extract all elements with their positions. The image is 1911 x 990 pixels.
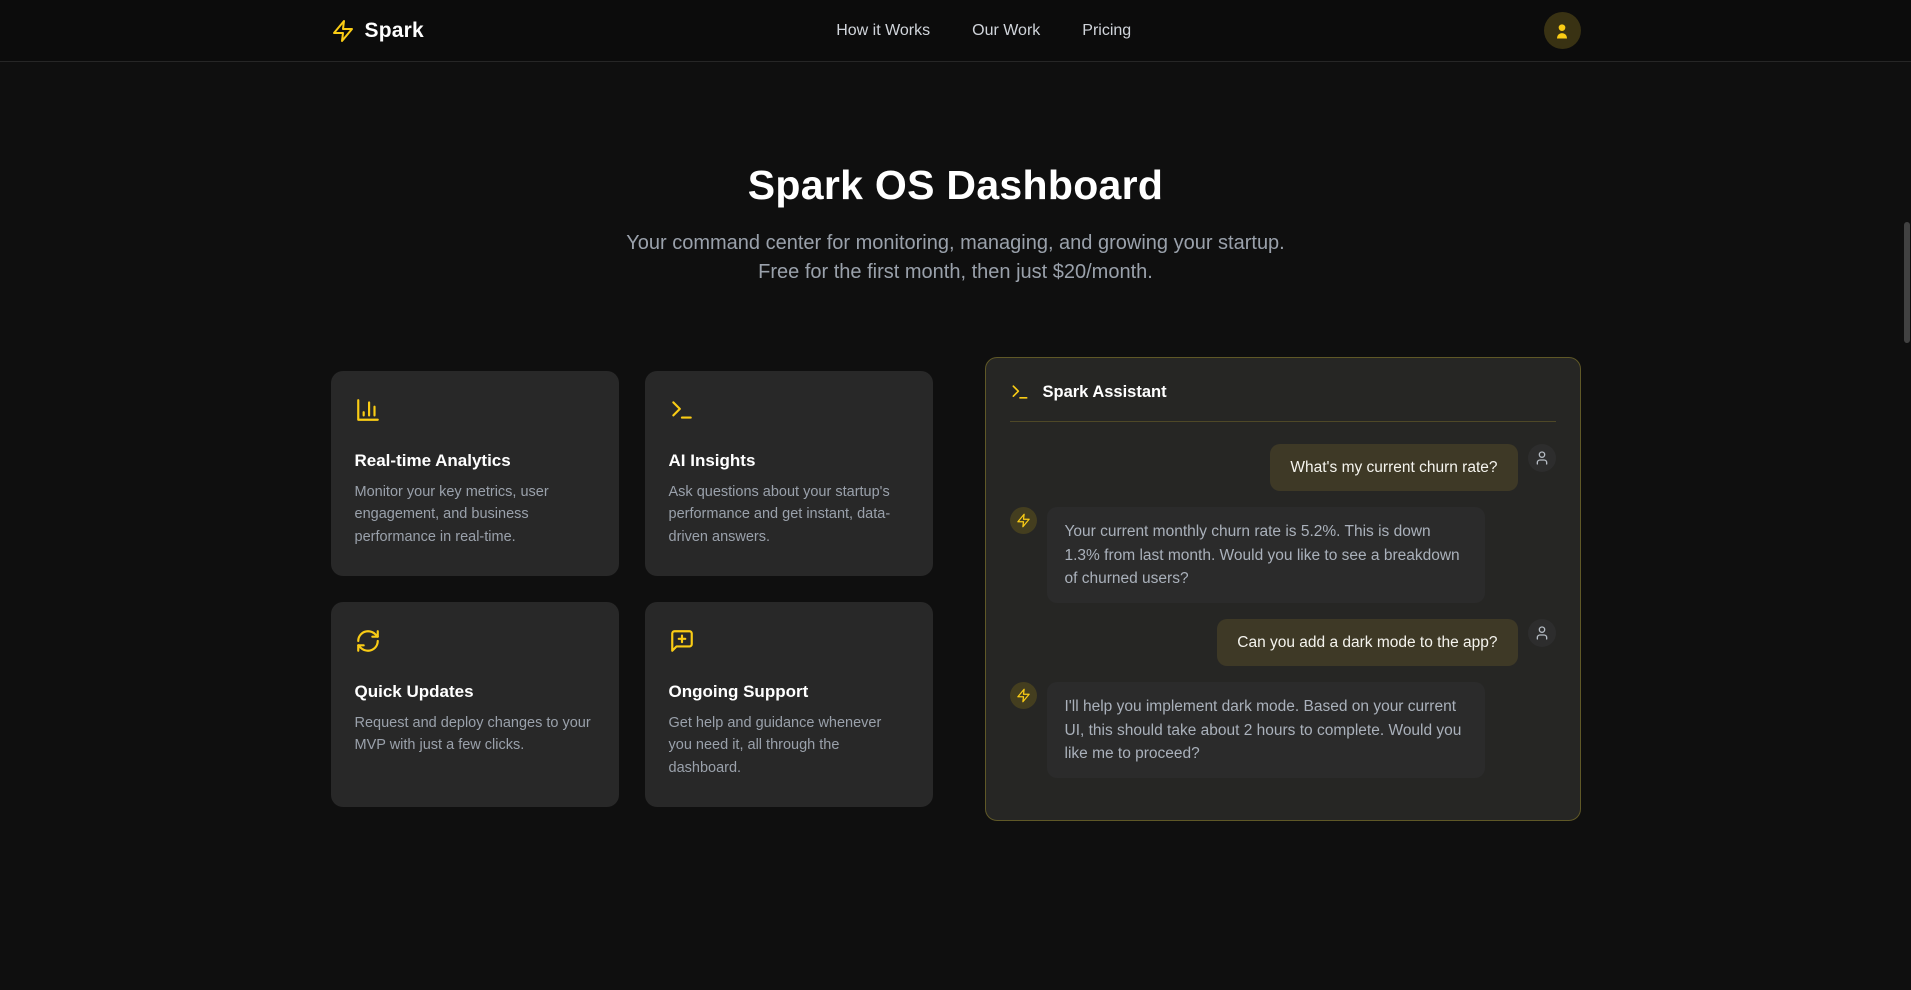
chat-message-assistant: Your current monthly churn rate is 5.2%.… (1010, 507, 1556, 603)
user-icon (1528, 444, 1556, 472)
main-content: Real-time Analytics Monitor your key met… (331, 357, 1581, 821)
feature-title: AI Insights (669, 451, 909, 471)
terminal-icon (669, 397, 909, 423)
account-button[interactable] (1544, 12, 1581, 49)
spark-bolt-icon (1010, 507, 1037, 534)
feature-title: Ongoing Support (669, 682, 909, 702)
assistant-message-bubble: Your current monthly churn rate is 5.2%.… (1047, 507, 1485, 603)
assistant-header: Spark Assistant (986, 358, 1580, 421)
terminal-icon (1010, 382, 1030, 402)
chat-messages: What's my current churn rate? Your curre… (986, 422, 1580, 810)
page-scrollbar (1903, 0, 1911, 990)
spark-assistant-panel: Spark Assistant What's my current churn … (985, 357, 1581, 821)
feature-grid: Real-time Analytics Monitor your key met… (331, 371, 933, 808)
page-title: Spark OS Dashboard (0, 162, 1911, 209)
brand-name: Spark (365, 19, 424, 43)
chat-message-user: What's my current churn rate? (1010, 444, 1556, 491)
feature-card-ai-insights: AI Insights Ask questions about your sta… (645, 371, 933, 576)
feature-description: Request and deploy changes to your MVP w… (355, 712, 595, 757)
nav-link-pricing[interactable]: Pricing (1082, 22, 1131, 40)
scrollbar-thumb[interactable] (1904, 222, 1910, 343)
hero-section: Spark OS Dashboard Your command center f… (0, 162, 1911, 287)
message-square-plus-icon (669, 628, 909, 654)
assistant-title: Spark Assistant (1043, 383, 1167, 402)
spark-bolt-icon (1010, 682, 1037, 709)
top-nav: Spark How it Works Our Work Pricing (0, 0, 1911, 62)
chat-message-assistant: I'll help you implement dark mode. Based… (1010, 682, 1556, 778)
feature-card-realtime-analytics: Real-time Analytics Monitor your key met… (331, 371, 619, 576)
brand-logo[interactable]: Spark (331, 19, 424, 43)
feature-description: Get help and guidance whenever you need … (669, 712, 909, 779)
assistant-message-bubble: I'll help you implement dark mode. Based… (1047, 682, 1485, 778)
feature-description: Ask questions about your startup's perfo… (669, 481, 909, 548)
feature-card-ongoing-support: Ongoing Support Get help and guidance wh… (645, 602, 933, 807)
feature-title: Real-time Analytics (355, 451, 595, 471)
user-message-bubble: What's my current churn rate? (1270, 444, 1517, 491)
user-message-bubble: Can you add a dark mode to the app? (1217, 619, 1517, 666)
nav-links: How it Works Our Work Pricing (836, 22, 1131, 40)
nav-link-our-work[interactable]: Our Work (972, 22, 1040, 40)
feature-title: Quick Updates (355, 682, 595, 702)
refresh-icon (355, 628, 595, 654)
feature-card-quick-updates: Quick Updates Request and deploy changes… (331, 602, 619, 807)
bar-chart-icon (355, 397, 595, 423)
spark-bolt-icon (331, 19, 355, 43)
user-avatar-icon (1552, 21, 1572, 41)
chat-message-user: Can you add a dark mode to the app? (1010, 619, 1556, 666)
page-subtitle: Your command center for monitoring, mana… (611, 229, 1301, 287)
feature-description: Monitor your key metrics, user engagemen… (355, 481, 595, 548)
user-icon (1528, 619, 1556, 647)
nav-link-how-it-works[interactable]: How it Works (836, 22, 930, 40)
